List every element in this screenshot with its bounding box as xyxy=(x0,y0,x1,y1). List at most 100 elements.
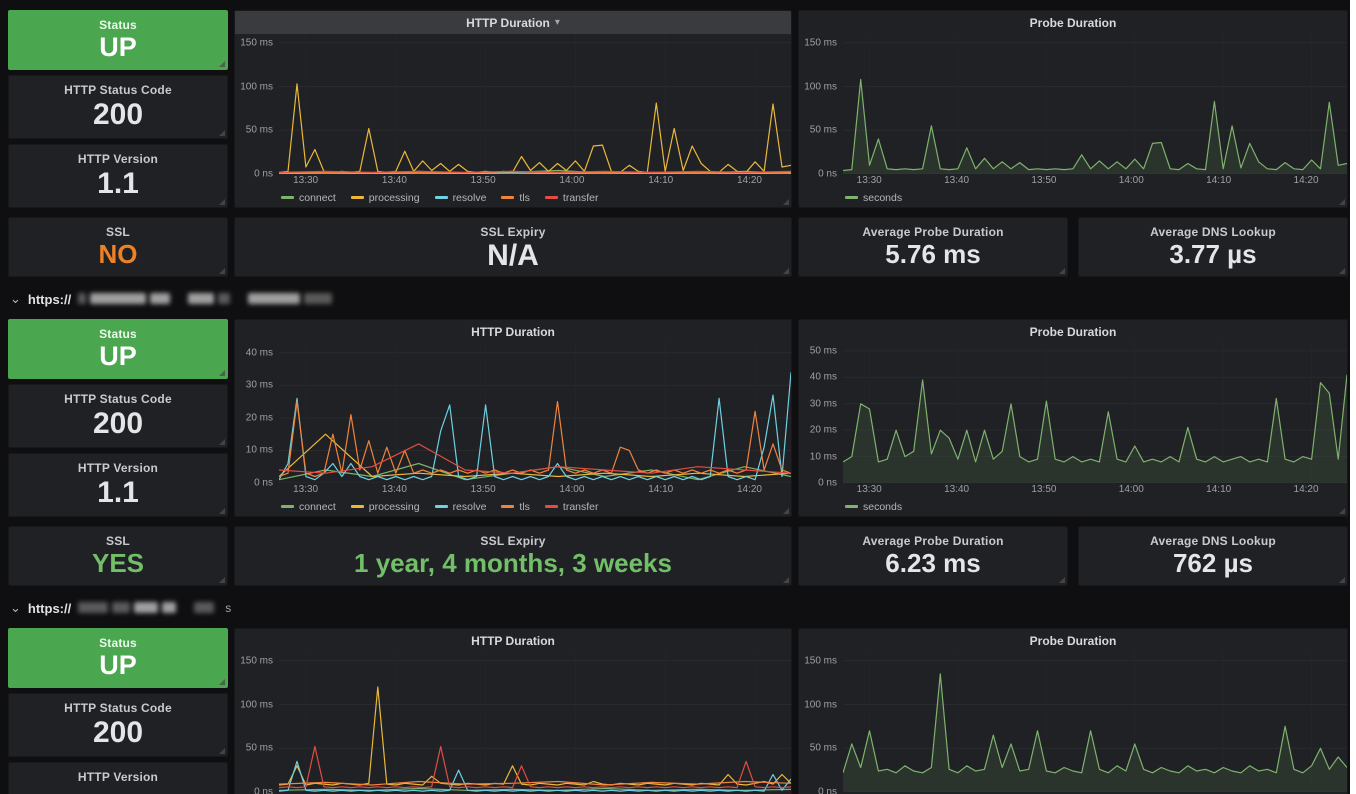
chart-plot xyxy=(843,34,1347,174)
panel-title[interactable]: Status xyxy=(99,327,137,341)
panel-title[interactable]: HTTP Status Code xyxy=(64,701,172,715)
legend-item-seconds[interactable]: seconds xyxy=(845,501,902,513)
panel-probe-duration-chart: Probe Duration 50 ms 40 ms 30 ms 20 ms 10 ms… xyxy=(798,319,1348,517)
legend-item-connect[interactable]: connect xyxy=(281,192,336,204)
legend-item-processing[interactable]: processing xyxy=(350,192,420,204)
panel-http-version: HTTP Version xyxy=(8,762,228,794)
legend-item-seconds[interactable]: seconds xyxy=(845,192,902,204)
x-axis: 13:30 13:40 13:50 14:00 14:10 14:20 xyxy=(843,174,1341,188)
panel-http-duration-chart: HTTP Duration 150 ms100 ms50 ms0 ns 13:3… xyxy=(234,628,792,794)
ssl-value: NO xyxy=(98,239,138,269)
panel-status: Status UP xyxy=(8,319,228,379)
panel-title[interactable]: Probe Duration xyxy=(1030,634,1117,648)
x-tick-label: 13:50 xyxy=(470,175,496,186)
x-tick-label: 13:40 xyxy=(381,484,407,495)
x-tick-label: 14:20 xyxy=(1293,175,1319,186)
legend-item-tls[interactable]: tls xyxy=(501,501,530,513)
x-tick-label: 14:00 xyxy=(559,484,585,495)
legend-color-dash xyxy=(501,505,515,508)
section1-panels-row: Status UP HTTP Status Code 200 HTTP Vers… xyxy=(8,10,1348,208)
panel-menu-caret-icon[interactable]: ▾ xyxy=(555,17,560,28)
status-value: UP xyxy=(99,32,137,62)
http-status-code-value: 200 xyxy=(92,406,144,440)
panel-title[interactable]: Average Probe Duration xyxy=(862,534,1003,548)
chart-plot xyxy=(279,343,791,483)
panel-title[interactable]: Average DNS Lookup xyxy=(1150,534,1276,548)
panel-title[interactable]: Probe Duration xyxy=(1030,325,1117,339)
panel-header[interactable]: Probe Duration xyxy=(799,11,1347,34)
legend-item-connect[interactable]: connect xyxy=(281,501,336,513)
legend-color-dash xyxy=(350,505,364,508)
status-value: UP xyxy=(99,650,137,680)
chevron-down-icon[interactable]: ⌄ xyxy=(10,292,21,305)
y-tick-label: 0 ns xyxy=(254,786,273,794)
panel-title[interactable]: SSL Expiry xyxy=(480,534,545,548)
y-tick-label: 20 ms xyxy=(245,412,273,424)
panel-header[interactable]: HTTP Duration ▾ xyxy=(235,11,791,34)
panel-title[interactable]: Average Probe Duration xyxy=(862,225,1003,239)
panel-header[interactable]: Probe Duration xyxy=(799,629,1347,652)
page-edge-strip xyxy=(1350,0,1356,794)
panel-title[interactable]: Status xyxy=(99,636,137,650)
x-tick-label: 14:20 xyxy=(736,484,762,495)
panel-status: Status UP xyxy=(8,10,228,70)
x-tick-label: 13:50 xyxy=(1031,484,1057,495)
row-header-url-2[interactable]: ⌄ https:// xyxy=(10,286,1350,312)
legend-color-dash xyxy=(434,505,448,508)
panel-title[interactable]: SSL Expiry xyxy=(480,225,545,239)
x-tick-label: 14:00 xyxy=(559,175,585,186)
http-version-value: 1.1 xyxy=(97,166,139,200)
x-tick-label: 14:10 xyxy=(1206,175,1232,186)
x-tick-label: 14:00 xyxy=(1118,484,1144,495)
x-tick-label: 14:20 xyxy=(1293,484,1319,495)
panel-title[interactable]: HTTP Duration xyxy=(471,325,555,339)
section2-stat-stack: Status UP HTTP Status Code 200 HTTP Vers… xyxy=(8,319,228,517)
panel-average-probe-duration: Average Probe Duration 5.76 ms xyxy=(798,217,1068,277)
panel-http-status-code: HTTP Status Code 200 xyxy=(8,384,228,448)
y-axis: 150 ms 100 ms 50 ms 0 ns xyxy=(235,34,279,179)
chart-legend: connect processing resolve tls transfer xyxy=(281,497,791,516)
legend-item-transfer[interactable]: transfer xyxy=(544,192,599,204)
panel-title[interactable]: SSL xyxy=(106,225,130,239)
y-tick-label: 0 ns xyxy=(254,477,273,489)
http-status-code-value: 200 xyxy=(92,715,144,749)
panel-title[interactable]: SSL xyxy=(106,534,130,548)
panel-title[interactable]: Status xyxy=(99,18,137,32)
legend-item-tls[interactable]: tls xyxy=(501,192,530,204)
chart-legend: seconds xyxy=(845,497,1347,516)
row-header-url-3[interactable]: ⌄ https:// s xyxy=(10,595,1350,621)
legend-item-processing[interactable]: processing xyxy=(350,501,420,513)
panel-title[interactable]: HTTP Status Code xyxy=(64,392,172,406)
legend-color-dash xyxy=(281,505,294,508)
legend-item-transfer[interactable]: transfer xyxy=(544,501,599,513)
y-tick-label: 150 ms xyxy=(804,37,837,49)
panel-title[interactable]: Probe Duration xyxy=(1030,16,1117,30)
panel-header[interactable]: Probe Duration xyxy=(799,320,1347,343)
panel-title[interactable]: HTTP Duration xyxy=(471,634,555,648)
chart-legend: seconds xyxy=(845,188,1347,207)
y-tick-label: 0 ns xyxy=(254,168,273,180)
y-tick-label: 40 ms xyxy=(245,347,273,359)
legend-item-resolve[interactable]: resolve xyxy=(434,501,486,513)
y-tick-label: 10 ms xyxy=(245,444,273,456)
panel-title[interactable]: HTTP Duration xyxy=(466,16,550,30)
panel-title[interactable]: HTTP Version xyxy=(78,152,158,166)
x-tick-label: 14:00 xyxy=(1118,175,1144,186)
x-tick-label: 13:40 xyxy=(944,175,970,186)
panel-title[interactable]: HTTP Status Code xyxy=(64,83,172,97)
row-url-prefix: https:// xyxy=(27,600,72,616)
y-tick-label: 50 ms xyxy=(809,345,837,357)
x-axis: 13:30 13:40 13:50 14:00 14:10 14:20 xyxy=(279,483,785,497)
panel-header[interactable]: HTTP Duration xyxy=(235,320,791,343)
panel-ssl: SSL YES xyxy=(8,526,228,586)
chevron-down-icon[interactable]: ⌄ xyxy=(10,601,21,614)
panel-title[interactable]: HTTP Version xyxy=(78,461,158,475)
legend-item-resolve[interactable]: resolve xyxy=(434,192,486,204)
x-tick-label: 14:20 xyxy=(736,175,762,186)
panel-header[interactable]: HTTP Duration xyxy=(235,629,791,652)
panel-title[interactable]: HTTP Version xyxy=(78,770,158,784)
chart-plot xyxy=(279,652,791,792)
panel-title[interactable]: Average DNS Lookup xyxy=(1150,225,1276,239)
legend-color-dash xyxy=(501,196,515,199)
panel-average-probe-duration: Average Probe Duration 6.23 ms xyxy=(798,526,1068,586)
